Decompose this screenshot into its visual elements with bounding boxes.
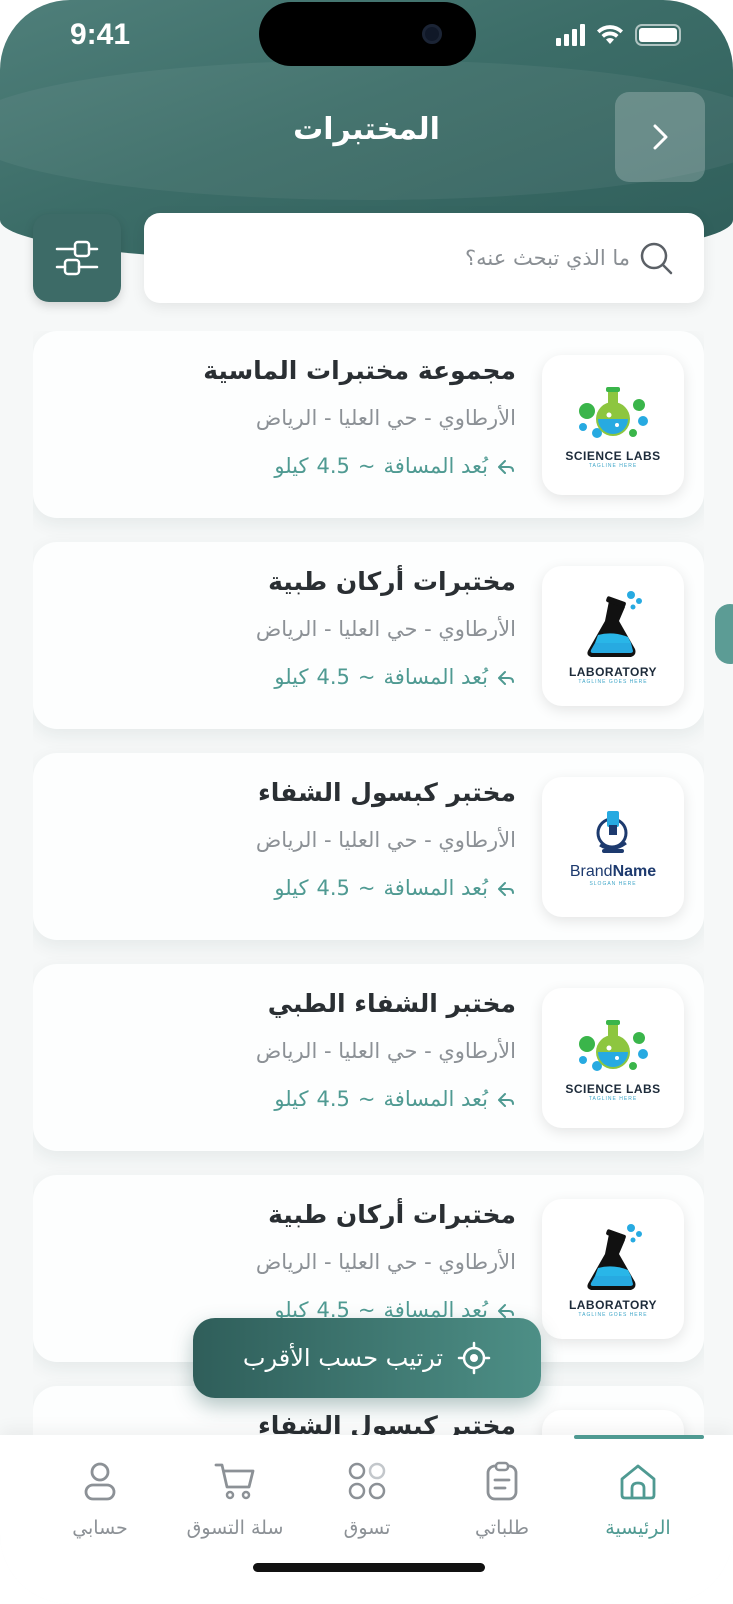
- lab-info: مختبرات أركان طبية الأرطاوي - حي العليا -…: [56, 1195, 516, 1325]
- lab-info: مختبرات أركان طبية الأرطاوي - حي العليا -…: [56, 562, 516, 692]
- locate-icon: [457, 1341, 491, 1375]
- home-indicator: [253, 1563, 485, 1572]
- side-handle[interactable]: [715, 604, 733, 664]
- lab-distance-label: بُعد المسافة: [383, 876, 488, 900]
- sliders-icon: [55, 240, 99, 276]
- lab-distance-tilde: ~: [357, 665, 376, 689]
- lab-logo: LABORATORY TAGLINE GOES HERE: [542, 566, 684, 706]
- lab-distance-label: بُعد المسافة: [383, 665, 488, 689]
- dynamic-island: [259, 2, 476, 66]
- lab-info: مختبر كبسول الشفاء الأرطاوي - حي العليا -…: [56, 773, 516, 903]
- sort-nearest-label: ترتيب حسب الأقرب: [242, 1344, 444, 1372]
- route-arrow-icon: [498, 1093, 514, 1107]
- lab-distance: بُعد المسافة ~4.5 كيلو: [56, 873, 516, 903]
- app-screen: 9:41 المختبرات SCIENCE LABSTAGLINE HEREم…: [0, 0, 733, 1604]
- lab-name: مختبر كبسول الشفاء: [258, 1411, 516, 1435]
- page-title: المختبرات: [293, 112, 440, 147]
- lab-logo: SCIENCE LABS TAGLINE HERE: [542, 988, 684, 1128]
- lab-name: مختبرات أركان طبية: [268, 1200, 516, 1229]
- lab-distance-unit: كيلو: [274, 454, 309, 478]
- lab-distance: بُعد المسافة ~4.5 كيلو: [56, 451, 516, 481]
- clipboard-icon: [486, 1461, 518, 1501]
- lab-distance-unit: كيلو: [274, 876, 309, 900]
- tab-account-label: حسابي: [72, 1517, 128, 1539]
- tab-home-label: الرئيسية: [605, 1517, 671, 1539]
- lab-distance-unit: كيلو: [274, 665, 309, 689]
- lab-distance-unit: كيلو: [274, 1087, 309, 1111]
- lab-info: مختبر الشفاء الطبي الأرطاوي - حي العليا -…: [56, 984, 516, 1114]
- search-icon: [640, 242, 673, 275]
- lab-logo-tagline: SLOGAN HERE: [589, 881, 637, 887]
- tab-shop-label: تسوق: [343, 1517, 391, 1539]
- lab-logo: LABORATORY TAGLINE GOES HERE: [542, 1199, 684, 1339]
- grid-icon: [348, 1462, 386, 1500]
- lab-distance-label: بُعد المسافة: [383, 454, 488, 478]
- lab-info: مجموعة مختبرات الماسية الأرطاوي - حي العل…: [56, 351, 516, 481]
- lab-distance-tilde: ~: [357, 876, 376, 900]
- lab-logo-text: SCIENCE LABS: [565, 449, 661, 463]
- lab-logo-tagline: TAGLINE HERE: [588, 1096, 638, 1102]
- lab-distance-tilde: ~: [357, 454, 376, 478]
- lab-name: مختبرات أركان طبية: [268, 567, 516, 596]
- tab-cart[interactable]: سلة التسوق: [175, 1459, 295, 1539]
- status-icons: [556, 24, 681, 46]
- user-icon: [84, 1462, 116, 1501]
- home-icon: [620, 1464, 656, 1500]
- tab-home[interactable]: الرئيسية: [578, 1459, 698, 1539]
- lab-name: مختبر كبسول الشفاء: [258, 778, 516, 807]
- route-arrow-icon: [498, 671, 514, 685]
- tab-shop[interactable]: تسوق: [307, 1459, 427, 1539]
- search-input[interactable]: [230, 238, 630, 278]
- search-bar[interactable]: [144, 213, 704, 303]
- lab-card[interactable]: SCIENCE LABS TAGLINE HERE مجموعة مختبرات ا…: [33, 331, 704, 518]
- lab-address: الأرطاوي - حي العليا - الرياض: [255, 406, 516, 430]
- status-bar: 9:41: [0, 0, 733, 74]
- lab-address: الأرطاوي - حي العليا - الرياض: [255, 1039, 516, 1063]
- lab-address: الأرطاوي - حي العليا - الرياض: [255, 617, 516, 641]
- lab-distance-value: 4.5: [316, 665, 350, 689]
- tab-cart-label: سلة التسوق: [186, 1517, 284, 1539]
- status-time: 9:41: [70, 18, 131, 51]
- lab-logo-text: LABORATORY: [568, 1298, 658, 1312]
- lab-logo-tagline: TAGLINE HERE: [588, 463, 638, 469]
- lab-logo: BrandNameSLOGAN HERE: [542, 1410, 684, 1435]
- tab-account[interactable]: حسابي: [40, 1459, 160, 1539]
- lab-name: مجموعة مختبرات الماسية: [203, 356, 516, 385]
- route-arrow-icon: [498, 882, 514, 896]
- wifi-icon: [597, 25, 623, 44]
- lab-card[interactable]: LABORATORY TAGLINE GOES HERE مختبرات أركان…: [33, 542, 704, 729]
- lab-distance-value: 4.5: [316, 454, 350, 478]
- battery-icon: [635, 24, 681, 46]
- route-arrow-icon: [498, 1304, 514, 1318]
- lab-name: مختبر الشفاء الطبي: [267, 989, 516, 1018]
- active-tab-indicator: [574, 1435, 704, 1439]
- lab-distance-value: 4.5: [316, 1087, 350, 1111]
- filter-button[interactable]: [33, 214, 121, 302]
- lab-distance-value: 4.5: [316, 876, 350, 900]
- lab-logo: BrandNameSLOGAN HERE: [542, 777, 684, 917]
- lab-logo-text: SCIENCE LABS: [565, 1082, 661, 1096]
- cart-icon: [214, 1463, 255, 1500]
- lab-address: الأرطاوي - حي العليا - الرياض: [255, 1250, 516, 1274]
- signal-icon: [556, 24, 585, 46]
- lab-info: مختبر كبسول الشفاءالأرطاوي - حي العليا -…: [56, 1406, 516, 1435]
- lab-logo-text: LABORATORY: [568, 665, 658, 679]
- lab-address: الأرطاوي - حي العليا - الرياض: [255, 828, 516, 852]
- lab-logo-text: BrandName: [569, 863, 657, 880]
- lab-distance: بُعد المسافة ~4.5 كيلو: [56, 662, 516, 692]
- bottom-tab-bar: الرئيسية طلباتي تسوق سلة التسوق حسابي: [0, 1435, 733, 1604]
- lab-distance: بُعد المسافة ~4.5 كيلو: [56, 1084, 516, 1114]
- tab-orders[interactable]: طلباتي: [442, 1459, 562, 1539]
- lab-logo: SCIENCE LABS TAGLINE HERE: [542, 355, 684, 495]
- lab-card[interactable]: BrandNameSLOGAN HERE مختبر كبسول الشفاء ال…: [33, 753, 704, 940]
- lab-distance-label: بُعد المسافة: [383, 1087, 488, 1111]
- route-arrow-icon: [498, 460, 514, 474]
- tab-orders-label: طلباتي: [474, 1517, 530, 1539]
- lab-logo-tagline: TAGLINE GOES HERE: [578, 679, 648, 685]
- sort-nearest-button[interactable]: ترتيب حسب الأقرب: [193, 1318, 541, 1398]
- labs-list[interactable]: SCIENCE LABS TAGLINE HERE مجموعة مختبرات ا…: [33, 331, 704, 1435]
- lab-distance-tilde: ~: [357, 1087, 376, 1111]
- lab-logo-tagline: TAGLINE GOES HERE: [578, 1312, 648, 1318]
- lab-card[interactable]: SCIENCE LABS TAGLINE HERE مختبر الشفاء الط…: [33, 964, 704, 1151]
